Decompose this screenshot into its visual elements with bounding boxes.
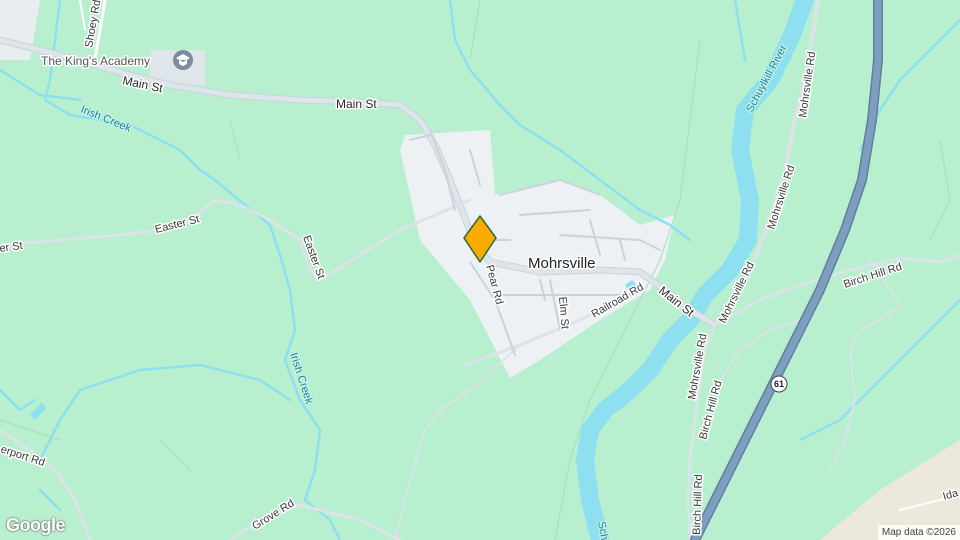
town-label: Mohrsville: [528, 255, 596, 272]
google-logo[interactable]: Google: [6, 515, 66, 536]
school-icon[interactable]: [173, 50, 193, 70]
map-canvas[interactable]: 61 Main St Main St Main St Shoey Rd East…: [0, 0, 960, 540]
road-label-main-st: Main St: [336, 97, 377, 111]
route-61-label: 61: [774, 379, 784, 389]
map-attribution[interactable]: Map data ©2026: [877, 525, 960, 540]
poi-label[interactable]: The King's Academy: [40, 53, 152, 70]
road-label-birch-hill-rd: Birch Hill Rd: [691, 474, 705, 535]
map-base-layer: 61 Main St Main St Main St Shoey Rd East…: [0, 0, 960, 540]
